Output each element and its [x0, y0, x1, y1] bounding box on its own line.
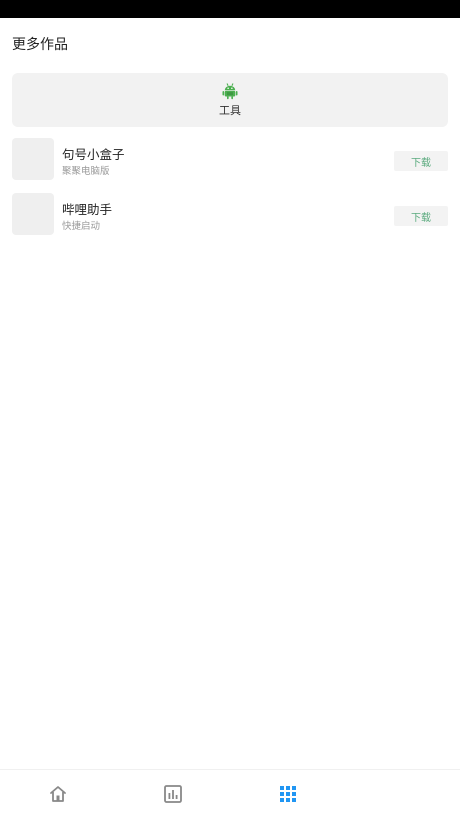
app-thumbnail	[12, 193, 54, 235]
bottom-nav	[0, 769, 460, 820]
bar-chart-icon	[164, 785, 182, 803]
category-label: 工具	[219, 104, 241, 117]
app-list-item[interactable]: 句号小盒子 聚聚电脑版 下载	[0, 138, 460, 182]
download-button[interactable]: 下载	[394, 206, 448, 226]
app-description: 快捷启动	[62, 221, 101, 232]
app-thumbnail	[12, 138, 54, 180]
nav-stats-button[interactable]	[163, 784, 183, 804]
home-icon	[50, 786, 66, 802]
page-title: 更多作品	[12, 37, 68, 53]
android-icon	[222, 83, 238, 100]
grid-icon	[280, 786, 296, 802]
download-button[interactable]: 下载	[394, 151, 448, 171]
nav-apps-button[interactable]	[278, 784, 298, 804]
category-tools-card[interactable]: 工具	[12, 73, 448, 127]
status-bar	[0, 0, 460, 18]
nav-home-button[interactable]	[48, 784, 68, 804]
app-name: 哔哩助手	[62, 202, 113, 217]
app-list-item[interactable]: 哔哩助手 快捷启动 下载	[0, 193, 460, 237]
app-name: 句号小盒子	[62, 147, 125, 162]
app-description: 聚聚电脑版	[62, 166, 110, 177]
